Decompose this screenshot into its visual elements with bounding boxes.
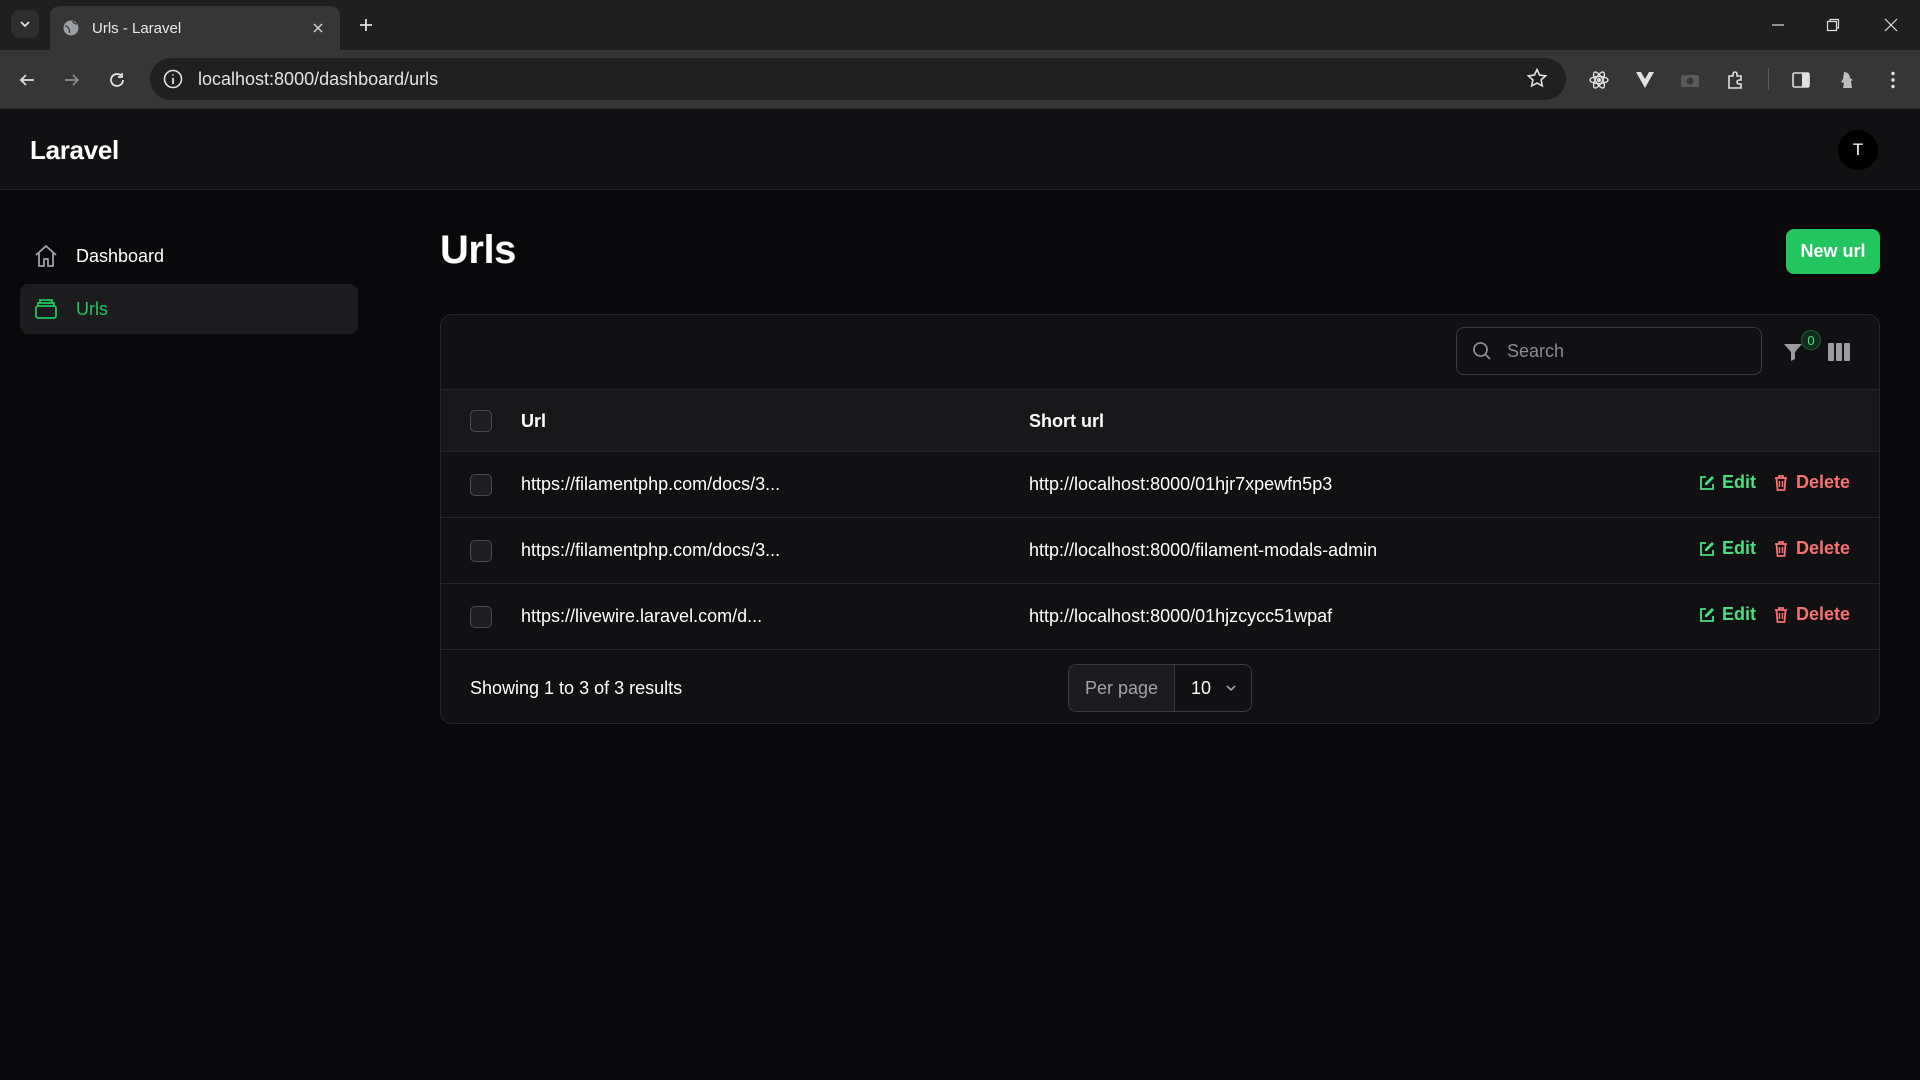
funnel-icon: [1784, 344, 1802, 361]
row-checkbox[interactable]: [470, 540, 492, 562]
table-row: https://livewire.laravel.com/d... http:/…: [441, 584, 1879, 650]
close-tab-icon[interactable]: [308, 18, 328, 38]
inbox-stack-icon: [32, 295, 60, 323]
column-toggle-button[interactable]: [1824, 337, 1854, 367]
browser-toolbar: localhost:8000/dashboard/urls: [0, 50, 1920, 109]
bookmark-star-icon[interactable]: [1526, 67, 1550, 91]
table-toolbar: 0: [441, 315, 1879, 390]
table-row: https://filamentphp.com/docs/3... http:/…: [441, 518, 1879, 584]
short-url-cell: http://localhost:8000/01hjzcycc51wpaf: [1029, 606, 1333, 626]
chevron-down-icon: [1223, 680, 1239, 696]
select-all-checkbox[interactable]: [470, 410, 492, 432]
extension-atom-icon[interactable]: [1585, 66, 1613, 94]
row-checkbox[interactable]: [470, 606, 492, 628]
edit-button[interactable]: Edit: [1698, 604, 1756, 625]
brand-logo[interactable]: Laravel: [30, 135, 119, 166]
column-header-url[interactable]: Url: [521, 411, 546, 432]
trash-icon: [1772, 540, 1790, 558]
column-header-short-url[interactable]: Short url: [1029, 411, 1104, 432]
sidebar-item-label: Dashboard: [76, 245, 165, 266]
new-tab-button[interactable]: [354, 13, 378, 37]
pencil-square-icon: [1698, 540, 1716, 558]
browser-tab[interactable]: Urls - Laravel: [50, 6, 340, 50]
close-icon: [1884, 18, 1898, 32]
restore-icon: [1826, 18, 1840, 32]
edit-label: Edit: [1722, 538, 1756, 558]
profile-icon[interactable]: [1833, 66, 1861, 94]
page-title: Urls: [440, 228, 516, 272]
per-page-value[interactable]: 10: [1175, 665, 1251, 711]
address-url: localhost:8000/dashboard/urls: [198, 68, 439, 89]
table-row: https://filamentphp.com/docs/3... http:/…: [441, 452, 1879, 518]
sidebar: Dashboard Urls: [0, 190, 380, 1080]
new-url-button[interactable]: New url: [1786, 229, 1880, 274]
arrow-left-icon: [19, 74, 34, 86]
trash-icon: [1772, 474, 1790, 492]
site-info-icon[interactable]: [162, 68, 184, 90]
pencil-square-icon: [1698, 474, 1716, 492]
menu-kebab-icon[interactable]: [1879, 66, 1907, 94]
search-input[interactable]: [1507, 340, 1747, 362]
extension-camera-icon[interactable]: [1676, 66, 1704, 94]
short-url-cell: http://localhost:8000/01hjr7xpewfn5p3: [1029, 474, 1333, 494]
chevron-down-icon: [20, 21, 30, 28]
delete-label: Delete: [1796, 472, 1851, 492]
browser-tabbar: Urls - Laravel: [0, 0, 1920, 50]
url-cell: https://livewire.laravel.com/d...: [521, 606, 763, 626]
minimize-icon: [1772, 24, 1784, 26]
tab-search-button[interactable]: [11, 10, 39, 38]
delete-button[interactable]: Delete: [1772, 472, 1850, 493]
filter-count-badge: 0: [1801, 330, 1821, 350]
extensions-puzzle-icon[interactable]: [1722, 66, 1750, 94]
sidebar-item-urls[interactable]: Urls: [20, 284, 358, 334]
forward-button[interactable]: [57, 65, 87, 95]
pagination-summary: Showing 1 to 3 of 3 results: [470, 678, 683, 698]
sidebar-item-label: Urls: [76, 298, 108, 319]
back-button[interactable]: [12, 65, 42, 95]
toolbar-divider: [1768, 68, 1769, 90]
edit-label: Edit: [1722, 604, 1756, 624]
view-columns-icon: [1828, 343, 1850, 361]
url-cell: https://filamentphp.com/docs/3...: [521, 540, 781, 560]
reload-icon: [110, 73, 124, 87]
delete-label: Delete: [1796, 538, 1851, 558]
close-window-button[interactable]: [1868, 0, 1914, 50]
search-field[interactable]: [1456, 327, 1762, 375]
user-avatar[interactable]: T: [1838, 130, 1878, 170]
address-bar[interactable]: localhost:8000/dashboard/urls: [150, 58, 1566, 100]
minimize-button[interactable]: [1755, 0, 1801, 50]
restore-button[interactable]: [1810, 0, 1856, 50]
sidebar-item-dashboard[interactable]: Dashboard: [20, 231, 358, 281]
edit-label: Edit: [1722, 472, 1756, 492]
url-cell: https://filamentphp.com/docs/3...: [521, 474, 781, 494]
trash-icon: [1772, 606, 1790, 624]
table-footer: Showing 1 to 3 of 3 results Per page 10: [441, 650, 1879, 723]
per-page-selected: 10: [1191, 677, 1212, 698]
per-page-label: Per page: [1069, 665, 1175, 711]
tab-title: Urls - Laravel: [92, 19, 182, 37]
row-checkbox[interactable]: [470, 474, 492, 496]
plus-icon: [360, 19, 372, 31]
home-icon: [32, 242, 60, 270]
edit-button[interactable]: Edit: [1698, 472, 1756, 493]
arrow-right-icon: [65, 74, 80, 86]
reload-button[interactable]: [102, 65, 132, 95]
delete-label: Delete: [1796, 604, 1851, 624]
pencil-square-icon: [1698, 606, 1716, 624]
delete-button[interactable]: Delete: [1772, 538, 1850, 559]
extension-vue-icon[interactable]: [1631, 66, 1659, 94]
urls-table-panel: 0 Url Short url https://filamentphp.com/…: [440, 314, 1880, 724]
delete-button[interactable]: Delete: [1772, 604, 1850, 625]
short-url-cell: http://localhost:8000/filament-modals-ad…: [1029, 540, 1378, 560]
table-header: Url Short url: [441, 390, 1879, 452]
app-header: Laravel T: [0, 109, 1920, 190]
globe-icon: [62, 19, 80, 37]
search-icon: [1471, 340, 1493, 362]
side-panel-icon[interactable]: [1787, 66, 1815, 94]
edit-button[interactable]: Edit: [1698, 538, 1756, 559]
per-page-select[interactable]: Per page 10: [1068, 664, 1252, 712]
